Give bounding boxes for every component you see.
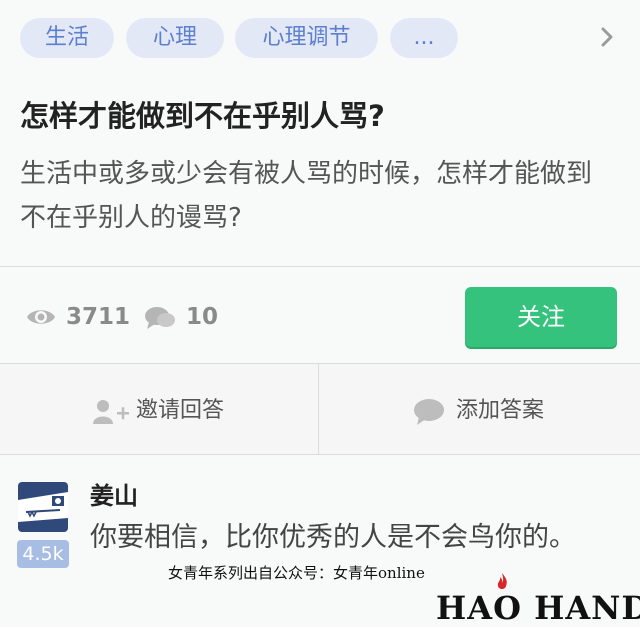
answer-text[interactable]: 你要相信，比你优秀的人是不会鸟你的。 (90, 518, 590, 558)
answer-author[interactable]: 姜山 (90, 480, 138, 512)
invite-answer-label: 邀请回答 (136, 398, 225, 423)
eye-icon (26, 306, 56, 328)
brand-logo: HAO HAND (436, 589, 640, 627)
watermark-text: 女青年系列出自公众号：女青年online (168, 564, 425, 582)
tag-psychological-adjustment[interactable]: 心理调节 (235, 18, 378, 58)
comment-count: 10 (186, 304, 219, 330)
add-answer-button[interactable]: 添加答案 (412, 395, 562, 427)
avatar[interactable] (18, 482, 68, 532)
comment-icon[interactable] (144, 305, 176, 331)
tag-psychology[interactable]: 心理 (126, 18, 224, 58)
add-user-icon (93, 400, 129, 424)
question-description: 生活中或多或少会有被人骂的时候，怎样才能做到不在乎别人的谩骂? (20, 159, 593, 233)
follow-button[interactable]: 关注 (465, 287, 617, 347)
vertical-divider (318, 364, 319, 454)
vote-count-badge[interactable]: 4.5k (17, 540, 69, 568)
add-answer-label: 添加答案 (456, 398, 545, 423)
tag-more[interactable]: ... (390, 18, 458, 58)
chevron-right-icon[interactable] (596, 20, 618, 54)
view-count: 3711 (66, 304, 131, 330)
tag-life[interactable]: 生活 (20, 18, 114, 58)
question-title: 怎样才能做到不在乎别人骂? (20, 99, 385, 133)
invite-answer-button[interactable]: 邀请回答 (92, 395, 242, 427)
speech-bubble-icon (414, 399, 444, 425)
